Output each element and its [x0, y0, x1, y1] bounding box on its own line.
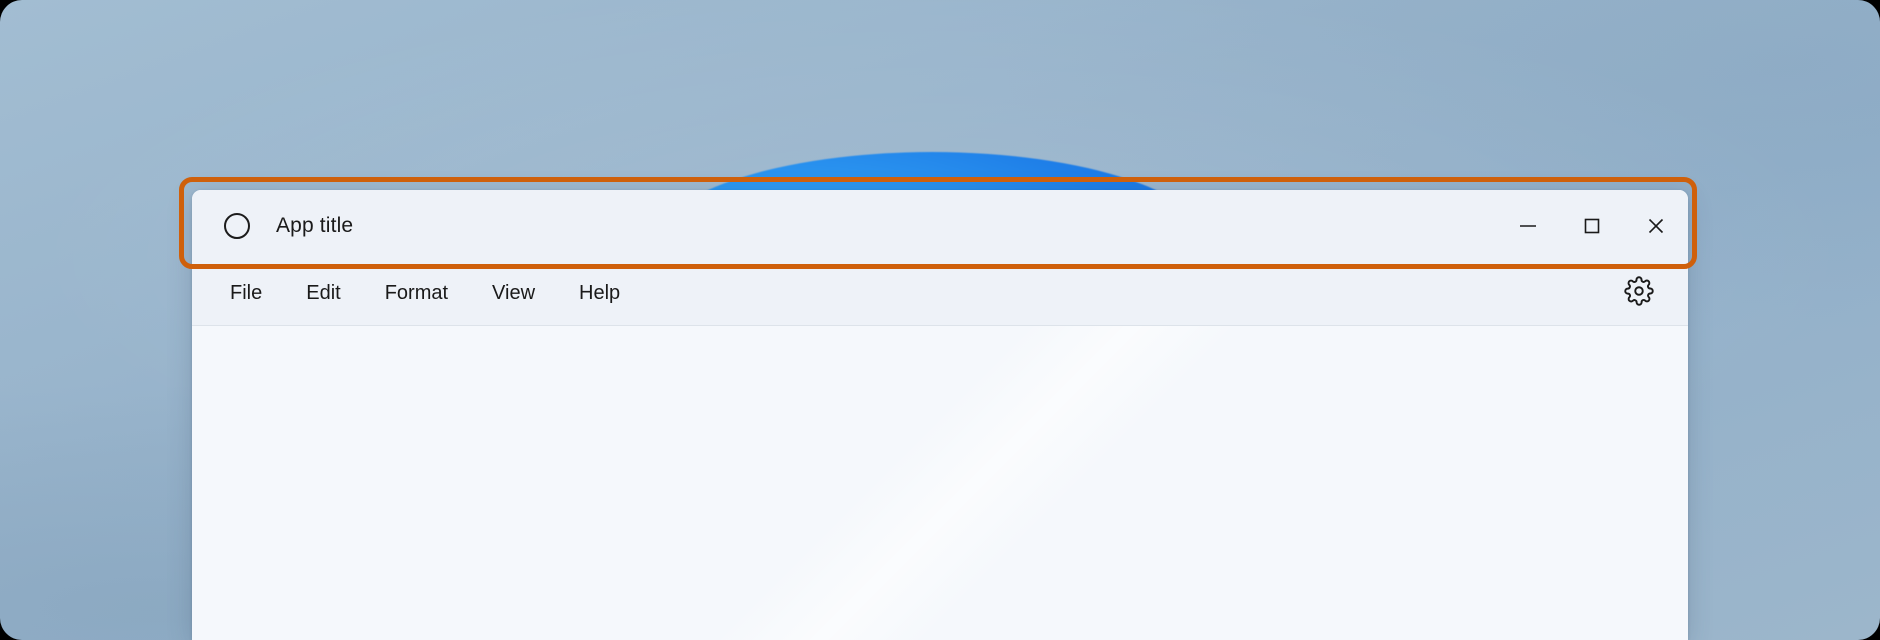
minimize-icon [1517, 215, 1539, 237]
gear-icon [1624, 276, 1654, 311]
app-window: App title File Edit Format View Help [192, 190, 1688, 640]
screenshot-canvas: App title File Edit Format View Help [0, 0, 1880, 640]
circle-icon [224, 213, 250, 239]
menu-item-view[interactable]: View [470, 274, 557, 313]
menu-item-list: File Edit Format View Help [192, 274, 642, 313]
minimize-button[interactable] [1496, 190, 1560, 262]
menu-item-edit[interactable]: Edit [284, 274, 362, 313]
close-button[interactable] [1624, 190, 1688, 262]
window-controls [1496, 190, 1688, 262]
maximize-button[interactable] [1560, 190, 1624, 262]
menu-item-help[interactable]: Help [557, 274, 642, 313]
menu-item-file[interactable]: File [208, 274, 284, 313]
app-title: App title [276, 214, 354, 237]
title-bar-left-group: App title [192, 213, 353, 239]
title-bar[interactable]: App title [192, 190, 1688, 262]
content-area[interactable] [192, 326, 1688, 640]
menu-bar: File Edit Format View Help [192, 262, 1688, 326]
maximize-icon [1581, 215, 1603, 237]
settings-button[interactable] [1612, 267, 1666, 321]
close-icon [1645, 215, 1667, 237]
menu-item-format[interactable]: Format [363, 274, 470, 313]
